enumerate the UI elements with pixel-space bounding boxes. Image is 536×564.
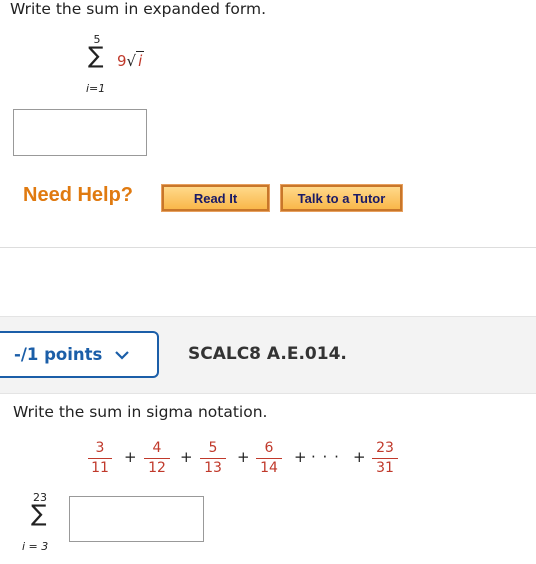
q2-answer-input[interactable]: [69, 496, 204, 542]
fraction: 6 14: [256, 440, 282, 477]
points-dropdown[interactable]: -/1 points: [0, 331, 159, 378]
fraction: 5 13: [200, 440, 226, 477]
q1-sigma-lower: i=1: [86, 82, 106, 95]
fraction: 4 12: [144, 440, 170, 477]
q2-sigma-lower: i = 3: [22, 540, 49, 553]
need-help-label: Need Help?: [23, 184, 134, 206]
sigma-icon: ∑: [88, 43, 104, 69]
question-id: SCALC8 A.E.014.: [188, 344, 347, 364]
q1-radicand: i: [136, 51, 145, 70]
sqrt-icon: √: [126, 52, 137, 70]
plus-sign: +: [124, 448, 137, 466]
plus-sign: +: [180, 448, 193, 466]
fraction: 23 31: [372, 440, 398, 477]
talk-to-tutor-button[interactable]: Talk to a Tutor: [280, 184, 403, 212]
ellipsis: · · ·: [311, 448, 340, 466]
q1-coefficient: 9: [117, 52, 127, 70]
q1-term: 9√ i: [117, 51, 145, 70]
read-it-button[interactable]: Read It: [161, 184, 270, 212]
sigma-icon: ∑: [31, 501, 47, 527]
plus-sign: +: [353, 448, 366, 466]
plus-sign: +: [294, 448, 307, 466]
q1-instruction: Write the sum in expanded form.: [10, 0, 266, 18]
fraction: 3 11: [88, 440, 112, 477]
section-divider: [0, 247, 536, 248]
points-label: -/1 points: [14, 345, 103, 364]
q1-answer-input[interactable]: [13, 109, 147, 156]
plus-sign: +: [237, 448, 250, 466]
q2-instruction: Write the sum in sigma notation.: [13, 403, 268, 421]
chevron-down-icon: [115, 350, 130, 360]
